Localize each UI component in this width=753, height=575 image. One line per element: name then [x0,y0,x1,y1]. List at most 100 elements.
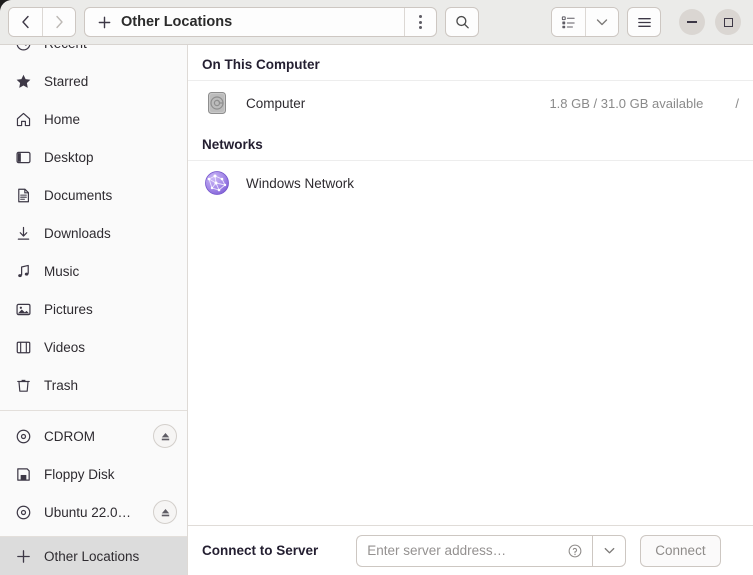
question-mark-icon[interactable] [566,542,584,560]
sidebar-item-documents[interactable]: Documents [0,176,187,214]
sidebar-footer: Other Locations [0,536,187,575]
path-overflow-menu-button[interactable] [404,8,436,36]
eject-icon [161,508,169,516]
server-address-input[interactable] [367,543,567,558]
sidebar-item-ubuntu-iso[interactable]: Ubuntu 22.0… [0,493,187,531]
optical-disc-icon [14,427,32,445]
eject-button-ubuntu-iso[interactable] [153,500,177,524]
sidebar-item-other-locations[interactable]: Other Locations [0,537,187,575]
download-icon [14,224,32,242]
sidebar-item-label: Home [44,111,81,127]
plus-icon [14,547,32,565]
navigation-button-group [8,7,76,37]
forward-button[interactable] [42,8,75,36]
sidebar-item-label: Floppy Disk [44,466,115,482]
location-name: Windows Network [246,175,355,191]
clock-icon [14,45,32,52]
main-menu-button[interactable] [627,7,661,37]
list-view-icon [561,15,575,28]
main-content: On This Computer Computer 1.8 GB / 31.0 … [188,45,753,575]
floppy-disk-icon [14,465,32,483]
sidebar-item-home[interactable]: Home [0,100,187,138]
maximize-icon [723,17,733,27]
sidebar: Recent Starred Home [0,45,188,575]
sidebar-item-recent[interactable]: Recent [0,45,187,62]
sidebar-items: Recent Starred Home [0,45,187,531]
sidebar-item-starred[interactable]: Starred [0,62,187,100]
minimize-icon [687,21,697,23]
sidebar-item-downloads[interactable]: Downloads [0,214,187,252]
sidebar-item-label: Downloads [44,225,111,241]
hamburger-menu-icon [637,17,651,27]
star-icon [14,72,32,90]
eject-icon [161,432,169,440]
sidebar-item-label: CDROM [44,428,95,444]
optical-disc-icon [14,503,32,521]
minimize-button[interactable] [679,9,705,35]
list-view-button[interactable] [552,8,585,36]
server-address-entry[interactable] [356,534,593,567]
sidebar-item-label: Ubuntu 22.0… [44,504,132,520]
location-row-computer[interactable]: Computer 1.8 GB / 31.0 GB available / [188,81,753,125]
connect-to-server-bar: Connect to Server Enter server address… … [188,525,753,575]
sidebar-item-trash[interactable]: Trash [0,366,187,404]
plus-icon [98,16,111,28]
sidebar-item-label: Music [44,263,80,279]
sidebar-item-label: Desktop [44,149,94,165]
location-row-windows-network[interactable]: Windows Network [188,161,753,205]
chevron-down-icon [596,19,608,26]
path-label: Other Locations [121,14,233,30]
sidebar-item-label: Videos [44,339,86,355]
window-body: Recent Starred Home [0,45,753,575]
sidebar-item-label: Other Locations [44,548,140,564]
sidebar-item-music[interactable]: Music [0,252,187,290]
sidebar-item-label: Documents [44,187,113,203]
sidebar-item-pictures[interactable]: Pictures [0,290,187,328]
back-button[interactable] [9,8,42,36]
server-history-dropdown-button[interactable] [592,534,627,567]
sidebar-item-floppy-disk[interactable]: Floppy Disk [0,455,187,493]
chevron-right-icon [56,15,63,29]
desktop-icon [14,148,32,166]
sidebar-item-label: Starred [44,73,89,89]
chevron-down-icon [604,547,615,554]
sidebar-item-desktop[interactable]: Desktop [0,138,187,176]
section-header-networks: Networks [202,137,263,152]
overflow-menu-icon [419,15,422,29]
sidebar-separator [0,410,187,411]
view-mode-group [551,7,619,37]
view-options-dropdown[interactable] [585,8,618,36]
sidebar-item-videos[interactable]: Videos [0,328,187,366]
music-note-icon [14,262,32,280]
location-free-space: 1.8 GB / 31.0 GB available [549,95,704,111]
document-icon [14,186,32,204]
location-mount-point: / [735,95,739,111]
connect-to-server-label: Connect to Server [202,543,319,558]
location-name: Computer [246,95,306,111]
sidebar-item-label: Pictures [44,301,93,317]
hard-drive-icon [202,88,232,118]
sidebar-scroll-area[interactable]: Recent Starred Home [0,45,187,536]
home-icon [14,110,32,128]
file-manager-window: Other Locations Starred Home Desktop Doc… [0,0,753,575]
eject-button-cdrom[interactable] [153,424,177,448]
search-icon [455,15,469,28]
sidebar-item-label: Trash [44,377,79,393]
search-button[interactable] [445,7,479,37]
picture-icon [14,300,32,318]
path-button-other-locations[interactable]: Other Locations [85,8,404,36]
server-address-group [356,534,627,567]
network-globe-icon [202,168,232,198]
window-controls [679,9,741,35]
connect-button[interactable]: Connect [640,534,721,567]
video-icon [14,338,32,356]
path-bar: Other Locations [84,7,437,37]
sidebar-item-label: Recent [44,45,177,51]
maximize-button[interactable] [715,9,741,35]
sidebar-item-cdrom[interactable]: CDROM [0,417,187,455]
trash-icon [14,376,32,394]
locations-list: On This Computer Computer 1.8 GB / 31.0 … [188,45,753,525]
header-bar: Other Locations [0,0,753,45]
section-header-on-this-computer: On This Computer [202,57,320,72]
chevron-left-icon [21,15,29,29]
